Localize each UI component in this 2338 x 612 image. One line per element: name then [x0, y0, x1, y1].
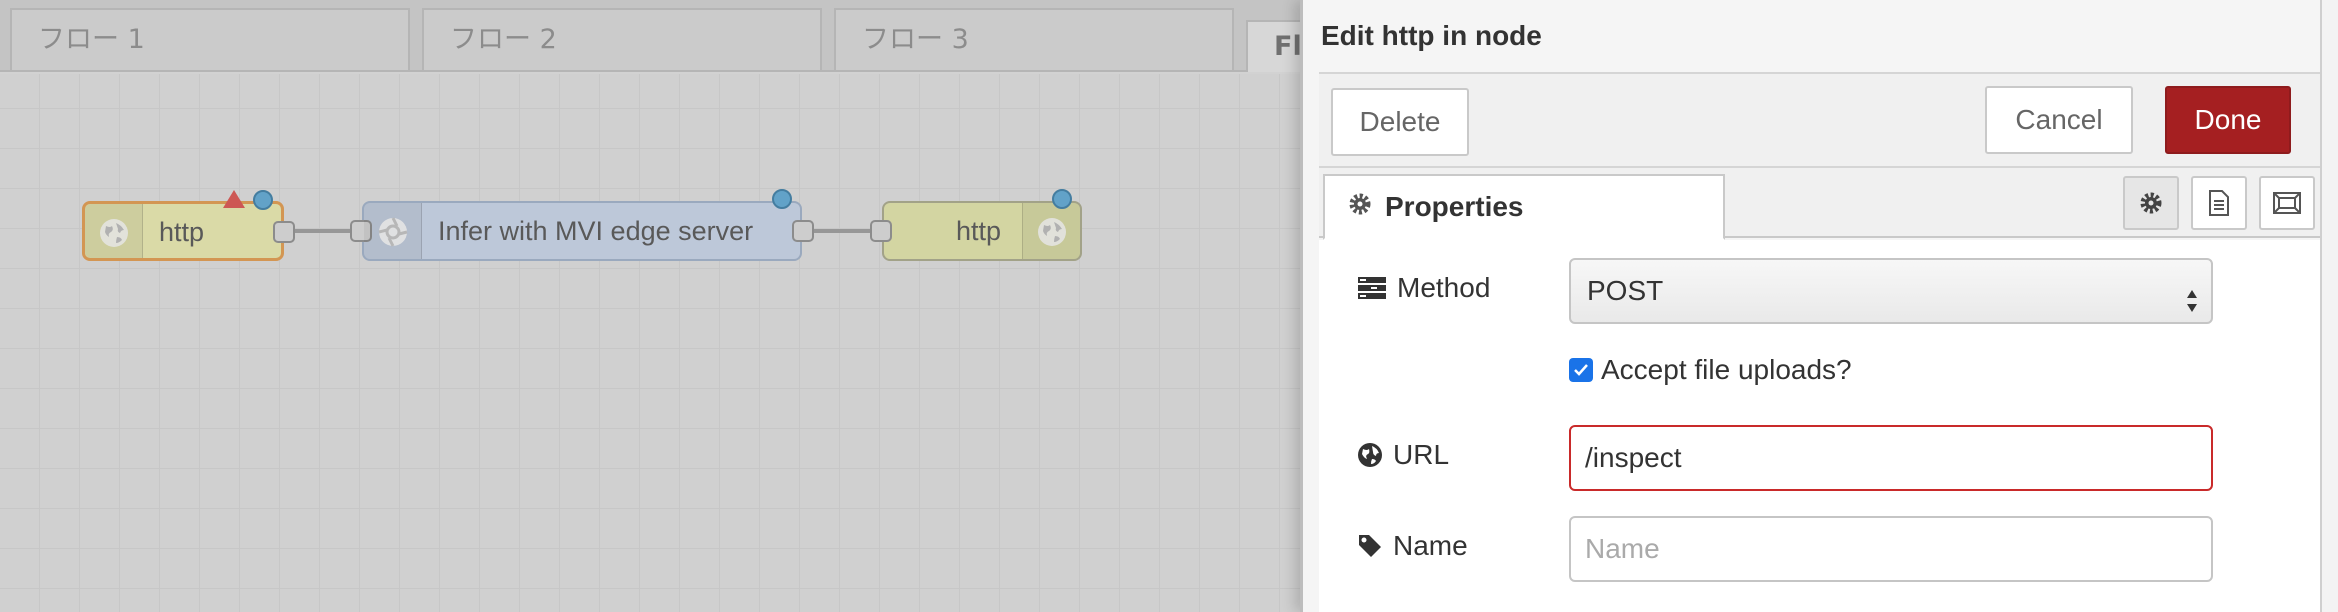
done-button[interactable]: Done — [2165, 86, 2291, 154]
modal-dim-overlay — [0, 0, 1300, 612]
method-row: Method POST — [1319, 258, 2323, 324]
node-appearance-button[interactable] — [2259, 176, 2315, 230]
method-select[interactable]: POST — [1569, 258, 2213, 324]
panel-tab-row: Properties — [1319, 168, 2323, 240]
method-label-text: Method — [1397, 272, 1491, 303]
url-label-text: URL — [1393, 439, 1450, 470]
url-row: URL — [1319, 425, 2323, 491]
globe-icon — [1357, 442, 1383, 468]
gear-icon — [2140, 192, 2162, 214]
document-icon — [2209, 190, 2229, 216]
node-settings-button[interactable] — [2123, 176, 2179, 230]
properties-form: Method POST Accept file uploads? URL /in… — [1319, 240, 2323, 612]
delete-button[interactable]: Delete — [1331, 88, 1469, 156]
method-label: Method — [1357, 272, 1490, 304]
name-input[interactable] — [1569, 516, 2213, 582]
method-select-value: POST — [1587, 275, 1664, 306]
accept-uploads-checkbox-row[interactable]: Accept file uploads? — [1569, 354, 1852, 386]
gear-icon — [1347, 191, 1373, 224]
flow-workspace: フロー 1 フロー 2 フロー 3 Flo http I — [0, 0, 1300, 612]
panel-title: Edit http in node — [1321, 20, 1542, 51]
frame-icon — [2273, 192, 2301, 214]
node-description-button[interactable] — [2191, 176, 2247, 230]
url-input[interactable] — [1569, 425, 2213, 491]
tab-properties[interactable]: Properties — [1323, 174, 1725, 240]
tab-properties-label: Properties — [1385, 191, 1524, 222]
panel-button-bar: Delete Cancel Done — [1319, 72, 2323, 168]
name-label-text: Name — [1393, 530, 1468, 561]
name-label: Name — [1357, 530, 1468, 562]
select-arrows-icon — [2185, 276, 2199, 338]
cancel-button[interactable]: Cancel — [1985, 86, 2133, 154]
accept-uploads-label: Accept file uploads? — [1601, 354, 1852, 385]
name-row: Name — [1319, 516, 2323, 582]
edit-node-panel: Edit http in node Delete Cancel Done Pro… — [1300, 0, 2323, 612]
checkbox-checked-icon[interactable] — [1569, 358, 1593, 382]
tag-icon — [1357, 533, 1383, 559]
url-label: URL — [1357, 439, 1449, 471]
tasks-icon — [1357, 276, 1387, 300]
right-sidebar-edge — [2320, 0, 2338, 612]
